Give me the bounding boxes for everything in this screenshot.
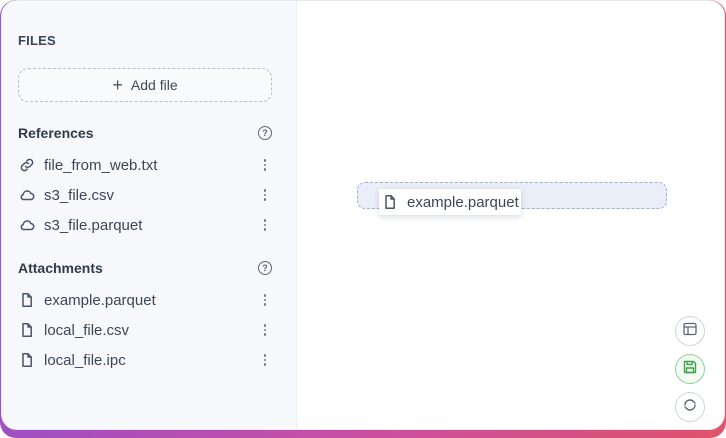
reference-name: s3_file.csv [44, 186, 115, 204]
refresh-icon [682, 397, 698, 418]
refresh-button[interactable] [675, 392, 705, 422]
more-options-icon[interactable] [258, 156, 272, 174]
files-sidebar: FILES + Add file References ? file_from_… [2, 1, 297, 429]
save-button[interactable] [675, 354, 705, 384]
attachments-header: Attachments ? [18, 260, 272, 276]
help-icon[interactable]: ? [258, 126, 272, 140]
more-options-icon[interactable] [258, 186, 272, 204]
more-options-icon[interactable] [258, 291, 272, 309]
dragged-file[interactable]: example.parquet [379, 189, 521, 215]
references-header: References ? [18, 125, 272, 141]
reference-item[interactable]: file_from_web.txt [18, 153, 272, 177]
attachment-item[interactable]: example.parquet [18, 288, 272, 312]
save-icon [682, 359, 698, 380]
file-icon [18, 351, 36, 369]
dragged-file-name: example.parquet [407, 193, 519, 211]
help-icon[interactable]: ? [258, 261, 272, 275]
file-icon [381, 193, 399, 211]
more-options-icon[interactable] [258, 216, 272, 234]
attachments-label: Attachments [18, 260, 103, 276]
file-icon [18, 321, 36, 339]
add-file-button[interactable]: + Add file [18, 68, 272, 102]
cloud-icon [18, 216, 36, 234]
attachment-name: local_file.csv [44, 321, 130, 339]
attachment-name: local_file.ipc [44, 351, 126, 369]
attachment-item[interactable]: local_file.csv [18, 318, 272, 342]
cloud-icon [18, 186, 36, 204]
app-window: FILES + Add file References ? file_from_… [1, 0, 725, 430]
plus-icon: + [112, 75, 123, 95]
layout-button[interactable] [675, 316, 705, 346]
file-icon [18, 291, 36, 309]
attachment-name: example.parquet [44, 291, 156, 309]
more-options-icon[interactable] [258, 351, 272, 369]
link-icon [18, 156, 36, 174]
reference-name: s3_file.parquet [44, 216, 143, 234]
add-file-label: Add file [130, 77, 178, 93]
more-options-icon[interactable] [258, 321, 272, 339]
reference-item[interactable]: s3_file.parquet [18, 213, 272, 237]
reference-name: file_from_web.txt [44, 156, 158, 174]
references-label: References [18, 125, 94, 141]
attachment-item[interactable]: local_file.ipc [18, 348, 272, 372]
reference-item[interactable]: s3_file.csv [18, 183, 272, 207]
app-frame: FILES + Add file References ? file_from_… [0, 0, 726, 438]
layout-icon [682, 321, 698, 342]
sidebar-title: FILES [18, 33, 56, 48]
